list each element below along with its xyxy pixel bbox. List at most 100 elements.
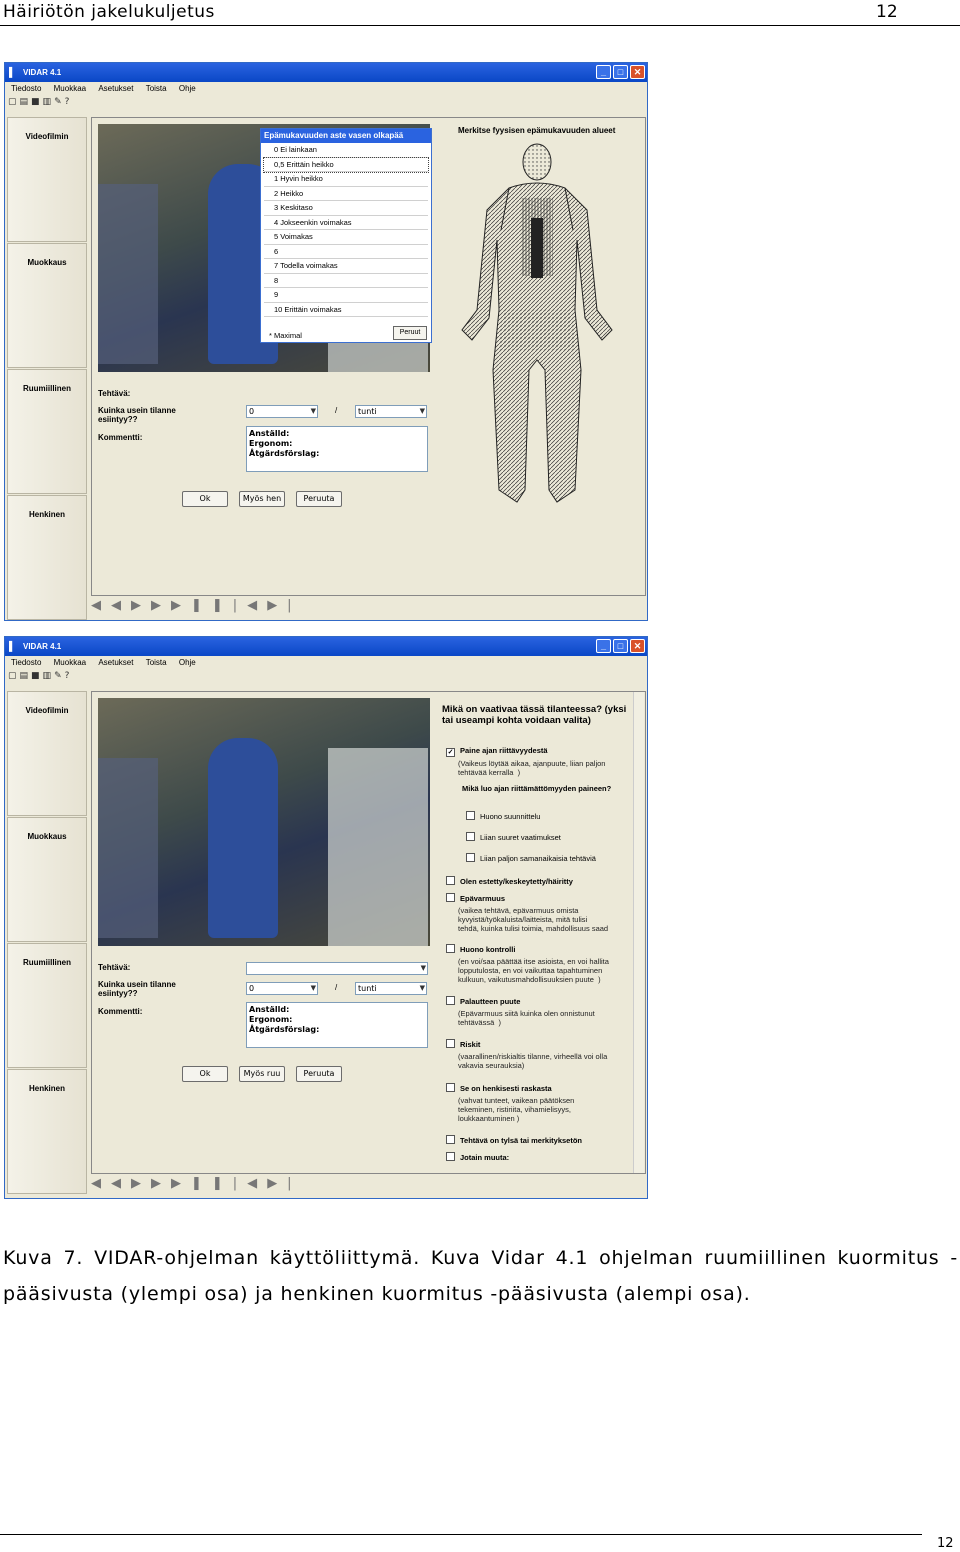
menu-ohje[interactable]: Ohje (179, 84, 196, 93)
comment-textarea[interactable]: Anställd: Ergonom: Åtgärdsförslag: (246, 1002, 428, 1048)
checkbox-time-pressure[interactable]: ✓ Paine ajan riittävyydestä (446, 746, 548, 757)
save-icon[interactable]: ■ (31, 97, 43, 107)
cancel-button[interactable]: Peruuta (296, 1066, 342, 1082)
checkbox-risks[interactable]: Riskit (446, 1039, 480, 1049)
also-mental-button[interactable]: Myös hen (239, 491, 285, 507)
sidebar-item-ruumiillinen[interactable]: Ruumiillinen (7, 369, 87, 494)
save-icon[interactable]: ■ (31, 671, 43, 681)
unit-select[interactable]: tunti (355, 982, 427, 995)
checkbox[interactable]: ✓ (446, 748, 455, 757)
scale-option[interactable]: 0,5 Erittäin heikko (263, 156, 429, 173)
help-icon[interactable]: ? (65, 97, 73, 107)
cancel-button[interactable]: Peruuta (296, 491, 342, 507)
popup-cancel-button[interactable]: Peruut (393, 326, 427, 340)
open-folder-icon[interactable]: ▤ (20, 97, 32, 107)
maximize-button[interactable]: □ (613, 639, 628, 653)
skip-back-icon[interactable]: |◀ (233, 1176, 267, 1191)
skip-back-icon[interactable]: |◀ (233, 598, 267, 613)
sidebar-item-henkinen[interactable]: Henkinen (7, 1069, 87, 1194)
menu-ohje[interactable]: Ohje (179, 658, 196, 667)
close-button[interactable]: ✕ (630, 65, 645, 79)
checkbox[interactable] (446, 1135, 455, 1144)
print-icon[interactable]: ▥ (43, 671, 55, 681)
checkbox[interactable] (466, 832, 475, 841)
scale-option[interactable]: 10 Erittäin voimakas (264, 303, 428, 317)
checkbox-mentally-heavy[interactable]: Se on henkisesti raskasta (446, 1083, 552, 1093)
sidebar-item-videofilmin[interactable]: Videofilmin (7, 117, 87, 242)
unit-select[interactable]: tunti (355, 405, 427, 418)
scale-option[interactable]: 8 (264, 274, 428, 288)
help-icon[interactable]: ? (65, 671, 73, 681)
play-icon[interactable]: ▶ (171, 1176, 191, 1191)
ok-button[interactable]: Ok (182, 1066, 228, 1082)
comment-textarea[interactable]: Anställd: Ergonom: Åtgärdsförslag: (246, 426, 428, 472)
minimize-button[interactable]: _ (596, 65, 611, 79)
forward-icon[interactable]: ▶▶ (131, 598, 171, 613)
new-file-icon[interactable]: ▢ (8, 97, 20, 107)
checkbox[interactable] (446, 893, 455, 902)
sidebar-item-muokkaus[interactable]: Muokkaus (7, 817, 87, 942)
ok-button[interactable]: Ok (182, 491, 228, 507)
scale-option[interactable]: 1 Hyvin heikko (264, 172, 428, 187)
menu-toista[interactable]: Toista (146, 658, 167, 667)
menu-muokkaa[interactable]: Muokkaa (54, 658, 86, 667)
scale-option[interactable]: 4 Jokseenkin voimakas (264, 216, 428, 230)
also-physical-button[interactable]: Myös ruu (239, 1066, 285, 1082)
lower-video-frame[interactable] (98, 698, 430, 946)
checkbox[interactable] (466, 853, 475, 862)
menu-toista[interactable]: Toista (146, 84, 167, 93)
tool-icon[interactable]: ✎ (54, 97, 65, 107)
checkbox[interactable] (466, 811, 475, 820)
checkbox-poor-planning[interactable]: Huono suunnittelu (466, 811, 540, 821)
checkbox[interactable] (446, 1152, 455, 1161)
forward-icon[interactable]: ▶▶ (131, 1176, 171, 1191)
checkbox-something-else[interactable]: Jotain muuta: (446, 1152, 509, 1162)
scale-option[interactable]: 3 Keskitaso (264, 201, 428, 216)
checkbox-uncertainty[interactable]: Epävarmuus (446, 893, 505, 903)
checkbox-poor-control[interactable]: Huono kontrolli (446, 944, 515, 954)
scale-option[interactable]: 5 Voimakas (264, 230, 428, 245)
checkbox-boring-task[interactable]: Tehtävä on tylsä tai merkityksetön (446, 1135, 582, 1145)
checkbox-interrupted[interactable]: Olen estetty/keskeytetty/häiritty (446, 876, 573, 886)
rewind-icon[interactable]: ◀◀ (91, 598, 131, 613)
maximize-button[interactable]: □ (613, 65, 628, 79)
scale-option[interactable]: 9 (264, 288, 428, 303)
menu-tiedosto[interactable]: Tiedosto (11, 658, 41, 667)
menu-asetukset[interactable]: Asetukset (98, 84, 133, 93)
skip-forward-icon[interactable]: ▶| (267, 598, 301, 613)
task-select[interactable] (246, 962, 428, 975)
checkbox[interactable] (446, 996, 455, 1005)
minimize-button[interactable]: _ (596, 639, 611, 653)
rewind-icon[interactable]: ◀◀ (91, 1176, 131, 1191)
menu-muokkaa[interactable]: Muokkaa (54, 84, 86, 93)
scale-option[interactable]: 6 (264, 245, 428, 259)
tool-icon[interactable]: ✎ (54, 671, 65, 681)
sidebar-item-muokkaus[interactable]: Muokkaus (7, 243, 87, 368)
pause-icon[interactable]: ❚❚ (191, 1176, 233, 1191)
skip-forward-icon[interactable]: ▶| (267, 1176, 301, 1191)
sidebar-item-henkinen[interactable]: Henkinen (7, 495, 87, 620)
open-folder-icon[interactable]: ▤ (20, 671, 32, 681)
pause-icon[interactable]: ❚❚ (191, 598, 233, 613)
frequency-select[interactable]: 0 (246, 405, 318, 418)
body-map-figure[interactable] (447, 140, 627, 512)
checkbox[interactable] (446, 876, 455, 885)
frequency-select[interactable]: 0 (246, 982, 318, 995)
checkbox-lack-of-feedback[interactable]: Palautteen puute (446, 996, 520, 1006)
close-button[interactable]: ✕ (630, 639, 645, 653)
checkbox[interactable] (446, 1039, 455, 1048)
sidebar-item-ruumiillinen[interactable]: Ruumiillinen (7, 943, 87, 1068)
checkbox-simultaneous-tasks[interactable]: Liian paljon samanaikaisia tehtäviä (466, 853, 596, 863)
checkbox[interactable] (446, 1083, 455, 1092)
print-icon[interactable]: ▥ (43, 97, 55, 107)
play-icon[interactable]: ▶ (171, 598, 191, 613)
menu-asetukset[interactable]: Asetukset (98, 658, 133, 667)
question-scrollbar[interactable] (633, 692, 644, 1173)
scale-option[interactable]: 2 Heikko (264, 187, 428, 201)
checkbox-high-demands[interactable]: Liian suuret vaatimukset (466, 832, 561, 842)
scale-option[interactable]: 0 Ei lainkaan (264, 143, 428, 158)
sidebar-item-videofilmin[interactable]: Videofilmin (7, 691, 87, 816)
menu-tiedosto[interactable]: Tiedosto (11, 84, 41, 93)
checkbox[interactable] (446, 944, 455, 953)
scale-option[interactable]: 7 Todella voimakas (264, 259, 428, 274)
